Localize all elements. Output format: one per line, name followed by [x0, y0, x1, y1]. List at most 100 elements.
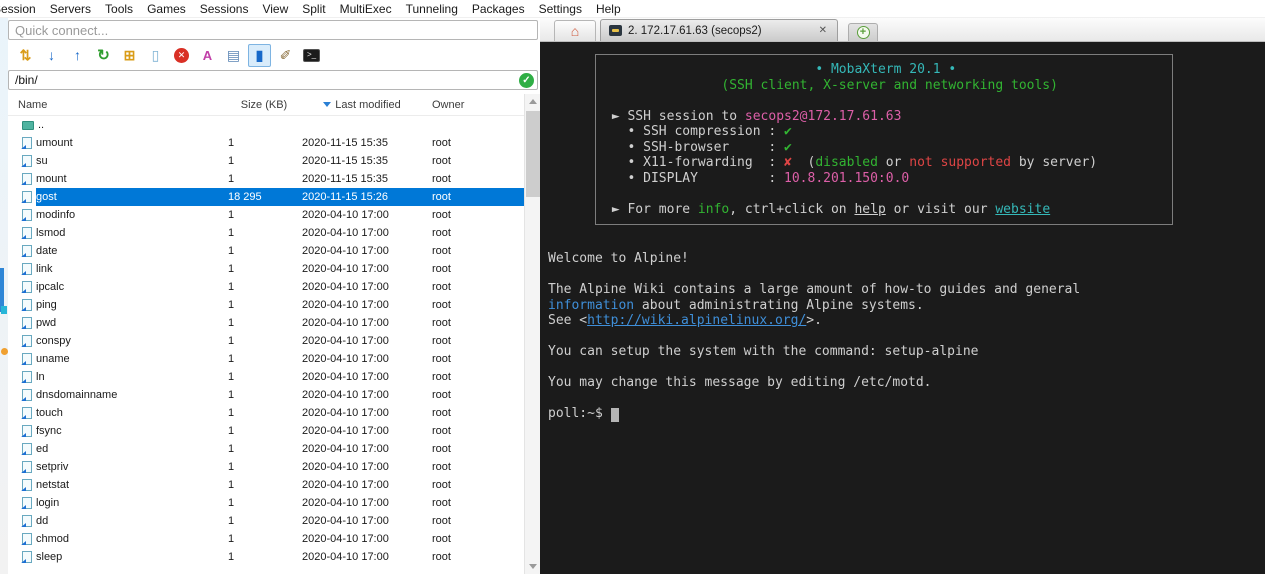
menu-view[interactable]: View	[255, 1, 295, 17]
sftp-panel: ⇅ ↓ ↑ ↻ ⊞ ▯ ✕ A ▤ ▮ ✐ >_ ✓ Name Size (KB) Last modi…	[8, 18, 540, 574]
file-name: netstat	[36, 479, 70, 491]
file-name: modinfo	[36, 209, 76, 221]
table-row[interactable]: dd 1 2020-04-10 17:00 root	[8, 512, 524, 530]
tab-session[interactable]: 2. 172.17.61.63 (secops2) ✕	[600, 19, 838, 41]
table-row[interactable]: modinfo 1 2020-04-10 17:00 root	[8, 206, 524, 224]
new-file-icon-button[interactable]: ▯	[144, 44, 167, 67]
follow-terminal-folder-icon-button[interactable]: ▮	[248, 43, 271, 67]
cell-size: 1	[228, 227, 235, 239]
table-row[interactable]: pwd 1 2020-04-10 17:00 root	[8, 314, 524, 332]
scroll-down-button[interactable]	[525, 559, 540, 574]
menu-split[interactable]: Split	[295, 1, 332, 17]
cell-modified: 2020-04-10 17:00	[302, 263, 389, 275]
terminal[interactable]: • MobaXterm 20.1 • (SSH client, X-server…	[540, 42, 1265, 574]
table-row[interactable]: dnsdomainname 1 2020-04-10 17:00 root	[8, 386, 524, 404]
upload-icon-button[interactable]: ↑	[66, 44, 89, 67]
cell-modified: 2020-04-10 17:00	[302, 479, 389, 491]
upload-icon: ↑	[74, 47, 81, 63]
table-row[interactable]: mount 1 2020-11-15 15:35 root	[8, 170, 524, 188]
file-name: sleep	[36, 551, 63, 563]
table-row[interactable]: ..	[8, 116, 524, 134]
menu-games[interactable]: Games	[140, 1, 193, 17]
cell-name: su	[8, 155, 228, 167]
path-wrap: ✓	[8, 70, 540, 94]
cell-owner: root	[432, 479, 451, 491]
scroll-up-button[interactable]	[525, 94, 540, 109]
cell-name: dnsdomainname	[8, 389, 228, 401]
menu-session[interactable]: Session	[0, 1, 43, 17]
table-row[interactable]: setpriv 1 2020-04-10 17:00 root	[8, 458, 524, 476]
cell-name: gost	[8, 191, 228, 203]
menu-servers[interactable]: Servers	[43, 1, 98, 17]
table-row[interactable]: netstat 1 2020-04-10 17:00 root	[8, 476, 524, 494]
menu-tools[interactable]: Tools	[98, 1, 140, 17]
file-table-body: .. umount 1 2020-11-15 15:35 root su 1 2020-11-…	[8, 116, 524, 566]
terminal-text: or visit our	[885, 201, 996, 217]
table-row[interactable]: su 1 2020-11-15 15:35 root	[8, 152, 524, 170]
new-folder-icon-button[interactable]: ⊞	[118, 44, 141, 67]
table-row[interactable]: fsync 1 2020-04-10 17:00 root	[8, 422, 524, 440]
menu-packages[interactable]: Packages	[465, 1, 532, 17]
menu-multiexec[interactable]: MultiExec	[333, 1, 399, 17]
file-icon	[20, 137, 32, 149]
terminal-text: >.	[806, 313, 822, 328]
column-header-owner[interactable]: Owner	[424, 99, 524, 111]
rename-icon-button[interactable]: A	[196, 44, 219, 67]
cell-name: modinfo	[8, 209, 228, 221]
close-tab-icon[interactable]: ✕	[817, 25, 829, 36]
menu-sessions[interactable]: Sessions	[193, 1, 256, 17]
file-name: lsmod	[36, 227, 66, 239]
file-name: ipcalc	[36, 281, 65, 293]
cell-owner: root	[432, 443, 451, 455]
menu-help[interactable]: Help	[589, 1, 628, 17]
table-row[interactable]: chmod 1 2020-04-10 17:00 root	[8, 530, 524, 548]
table-row[interactable]: conspy 1 2020-04-10 17:00 root	[8, 332, 524, 350]
delete-icon-button[interactable]: ✕	[170, 44, 193, 67]
file-name: conspy	[36, 335, 71, 347]
table-row[interactable]: uname 1 2020-04-10 17:00 root	[8, 350, 524, 368]
column-header-size[interactable]: Size (KB)	[228, 99, 300, 111]
table-row[interactable]: lsmod 1 2020-04-10 17:00 root	[8, 224, 524, 242]
download-icon-button[interactable]: ↓	[40, 44, 63, 67]
cell-owner: root	[432, 551, 451, 563]
path-input[interactable]	[15, 73, 519, 87]
table-row[interactable]: touch 1 2020-04-10 17:00 root	[8, 404, 524, 422]
column-header-modified[interactable]: Last modified	[300, 99, 424, 111]
table-row[interactable]: umount 1 2020-11-15 15:35 root	[8, 134, 524, 152]
table-row[interactable]: sleep 1 2020-04-10 17:00 root	[8, 548, 524, 566]
terminal-link[interactable]: website	[995, 202, 1050, 217]
cell-owner: root	[432, 317, 451, 329]
vertical-scrollbar[interactable]	[524, 94, 540, 574]
sidebar-sessions-icon[interactable]	[1, 306, 7, 314]
new-tab-button[interactable]: +	[848, 23, 878, 41]
console-icon: >_	[303, 48, 320, 62]
column-header-name[interactable]: Name	[8, 99, 228, 111]
table-row[interactable]: login 1 2020-04-10 17:00 root	[8, 494, 524, 512]
menu-tunneling[interactable]: Tunneling	[399, 1, 465, 17]
table-row[interactable]: ln 1 2020-04-10 17:00 root	[8, 368, 524, 386]
terminal-text: See <	[548, 313, 588, 328]
table-row[interactable]: date 1 2020-04-10 17:00 root	[8, 242, 524, 260]
find-icon-button[interactable]: ✐	[274, 44, 297, 67]
terminal-link[interactable]: help	[854, 202, 885, 217]
quick-connect-input[interactable]	[8, 20, 538, 40]
table-row[interactable]: gost 18 295 2020-11-15 15:26 root	[8, 188, 524, 206]
edit-file-icon-button[interactable]: ▤	[222, 44, 245, 67]
cell-owner: root	[432, 155, 451, 167]
table-row[interactable]: ping 1 2020-04-10 17:00 root	[8, 296, 524, 314]
terminal-text: (	[791, 155, 816, 170]
cell-name: pwd	[8, 317, 228, 329]
terminal-link[interactable]: http://wiki.alpinelinux.org/	[587, 313, 806, 328]
tab-home[interactable]: ⌂	[554, 20, 596, 41]
console-icon-button[interactable]: >_	[300, 44, 323, 67]
menu-settings[interactable]: Settings	[532, 1, 589, 17]
folder-transfer-icon-button[interactable]: ⇅	[14, 44, 37, 67]
table-row[interactable]: ed 1 2020-04-10 17:00 root	[8, 440, 524, 458]
sidebar-tools-icon[interactable]	[1, 348, 8, 355]
refresh-icon-button[interactable]: ↻	[92, 44, 115, 67]
scrollbar-thumb[interactable]	[526, 111, 540, 197]
table-row[interactable]: ipcalc 1 2020-04-10 17:00 root	[8, 278, 524, 296]
terminal-text: ✘	[784, 155, 792, 170]
file-icon	[20, 227, 32, 239]
table-row[interactable]: link 1 2020-04-10 17:00 root	[8, 260, 524, 278]
